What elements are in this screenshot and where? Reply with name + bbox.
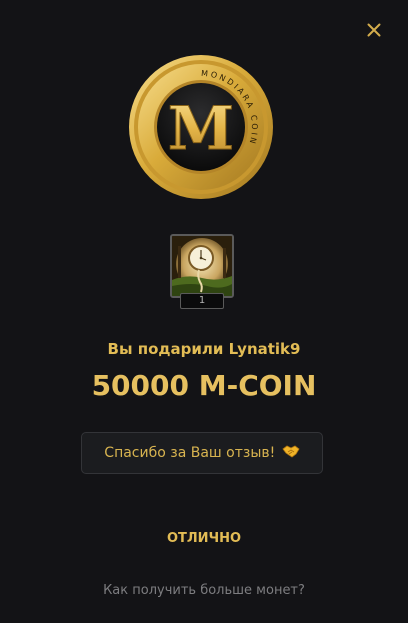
get-more-coins-link[interactable]: Как получить больше монет? [0, 580, 408, 602]
handshake-icon [282, 435, 300, 475]
gift-count-badge: 1 [180, 293, 224, 309]
gift-amount: 50000 M-COIN [91, 369, 317, 402]
gift-recipient-text: Вы подарили Lynatik9 [107, 340, 301, 358]
gift-result-dialog: MONDIARA COIN M 1 Вы подарили Lynatik9 5… [0, 0, 408, 623]
thanks-feedback-button[interactable]: Спасибо за Ваш отзыв! [81, 432, 323, 474]
gift-item-image[interactable] [170, 234, 234, 298]
ok-button[interactable]: ОТЛИЧНО [144, 526, 264, 552]
close-icon [367, 23, 381, 37]
coin-letter: M [168, 94, 234, 164]
mcoin-logo: MONDIARA COIN M [128, 54, 274, 200]
thanks-button-label: Спасибо за Ваш отзыв! [104, 445, 276, 461]
close-button[interactable] [362, 18, 386, 42]
